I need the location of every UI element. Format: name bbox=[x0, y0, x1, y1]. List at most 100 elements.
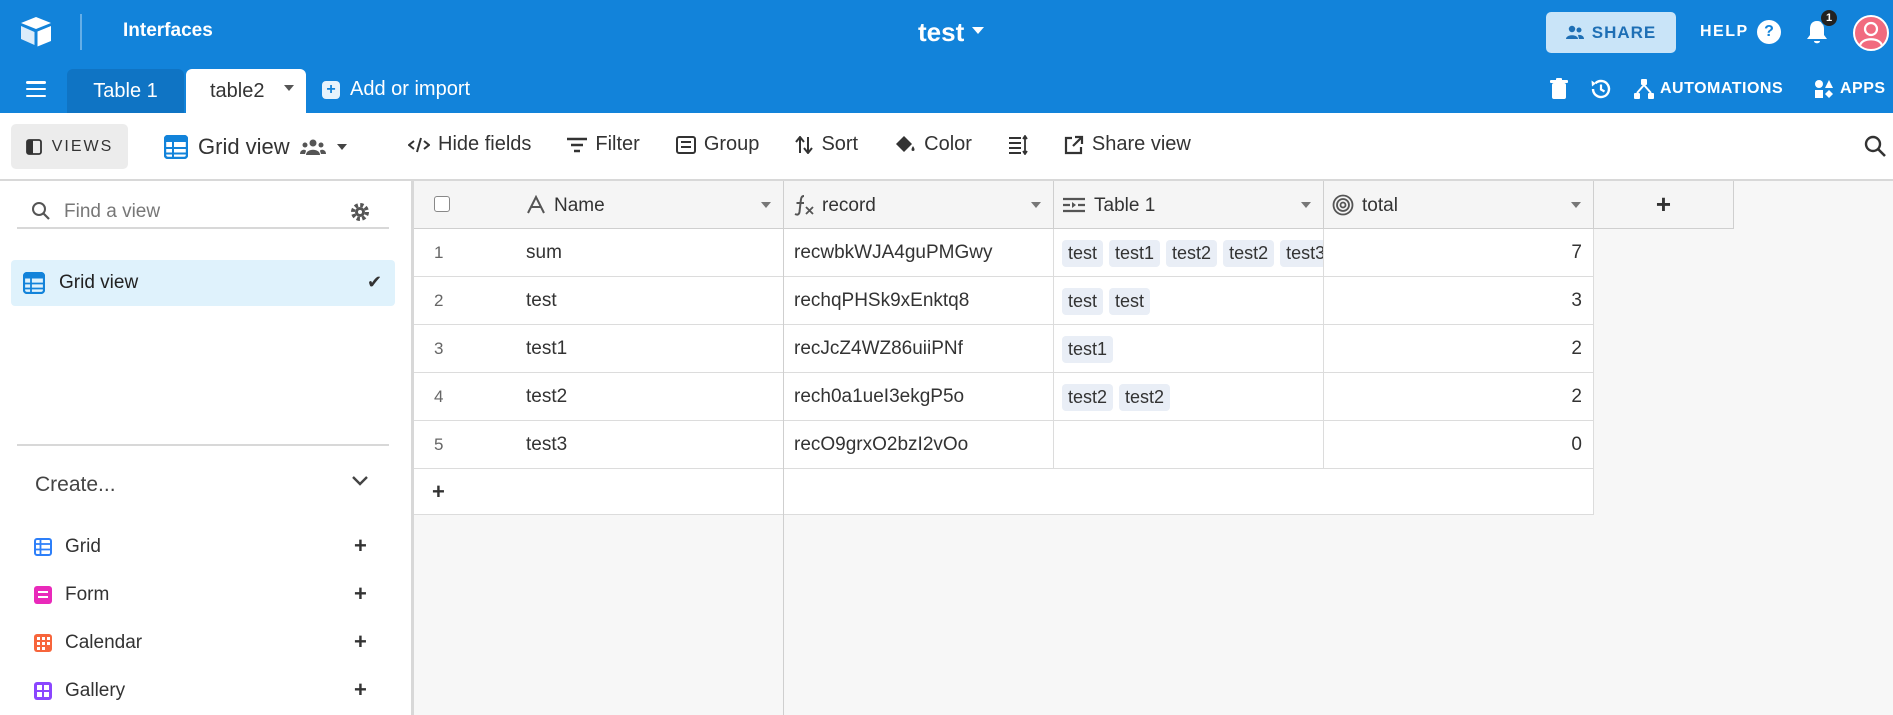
menu-icon[interactable] bbox=[26, 81, 46, 97]
automations-label: AUTOMATIONS bbox=[1660, 80, 1784, 97]
linked-record-pill[interactable]: test2 bbox=[1119, 383, 1171, 411]
sort-label: Sort bbox=[821, 133, 859, 155]
column-header-total[interactable]: total bbox=[1324, 181, 1594, 229]
sidebar-item-label: Grid view bbox=[59, 272, 139, 293]
add-or-import-button[interactable]: + Add or import bbox=[322, 78, 470, 101]
color-label: Color bbox=[924, 133, 972, 155]
linked-record-pill[interactable]: test3 bbox=[1280, 239, 1324, 267]
row-number: 2 bbox=[434, 291, 444, 310]
add-row-button[interactable]: + bbox=[432, 469, 462, 515]
total-cell[interactable]: 0 bbox=[1324, 421, 1594, 469]
add-gallery-view-button[interactable]: + bbox=[354, 677, 367, 703]
hide-fields-button[interactable]: Hide fields bbox=[408, 133, 531, 156]
name-cell[interactable]: test bbox=[526, 277, 776, 325]
linked-record-pill[interactable]: test2 bbox=[1223, 239, 1275, 267]
color-button[interactable]: Color bbox=[894, 133, 972, 156]
group-button[interactable]: Group bbox=[675, 133, 759, 156]
find-view-field[interactable]: Find a view bbox=[17, 195, 389, 229]
sort-button[interactable]: Sort bbox=[795, 133, 858, 156]
record-cell[interactable]: rechqPHSk9xEnktq8 bbox=[794, 277, 1049, 325]
row-height-button[interactable] bbox=[1008, 134, 1028, 155]
check-icon: ✔ bbox=[367, 272, 383, 292]
add-calendar-view-button[interactable]: + bbox=[354, 629, 367, 655]
record-cell[interactable]: recwbkWJA4guPMGwy bbox=[794, 229, 1049, 277]
table-row[interactable]: 2 test rechqPHSk9xEnktq8 test test 3 bbox=[414, 277, 1594, 325]
share-view-button[interactable]: Share view bbox=[1064, 133, 1191, 156]
tab-table2[interactable]: table2 bbox=[186, 69, 306, 113]
create-view-heading[interactable]: Create... bbox=[35, 473, 116, 497]
create-form-item[interactable]: Form bbox=[34, 584, 109, 606]
linked-records-cell[interactable]: test2 test2 bbox=[1062, 373, 1324, 421]
linked-record-pill[interactable]: test2 bbox=[1166, 239, 1218, 267]
linked-records-cell[interactable]: test test bbox=[1062, 277, 1324, 325]
table-row[interactable]: 3 test1 recJcZ4WZ86uiiPNf test1 2 bbox=[414, 325, 1594, 373]
table-row[interactable]: 4 test2 rech0a1ueI3ekgP5o test2 test2 2 bbox=[414, 373, 1594, 421]
interfaces-link[interactable]: Interfaces bbox=[123, 20, 213, 42]
linked-record-pill[interactable]: test bbox=[1109, 287, 1151, 315]
column-header-label: total bbox=[1362, 195, 1398, 216]
column-menu-chevron-icon[interactable] bbox=[1571, 202, 1581, 208]
avatar[interactable] bbox=[1853, 15, 1889, 51]
add-grid-view-button[interactable]: + bbox=[354, 533, 367, 559]
linked-record-pill[interactable]: test2 bbox=[1062, 383, 1114, 411]
automations-button[interactable]: AUTOMATIONS bbox=[1634, 79, 1783, 99]
table-row[interactable]: 1 sum recwbkWJA4guPMGwy test test1 test2… bbox=[414, 229, 1594, 277]
column-header-name[interactable]: Name bbox=[414, 181, 784, 229]
filter-button[interactable]: Filter bbox=[567, 133, 640, 156]
column-header-table-1[interactable]: Table 1 bbox=[1054, 181, 1324, 229]
table-row[interactable]: 5 test3 recO9grxO2bzI2vOo 0 bbox=[414, 421, 1594, 469]
linked-record-pill[interactable]: test bbox=[1062, 239, 1104, 267]
linked-records-cell[interactable] bbox=[1062, 421, 1324, 469]
name-cell[interactable]: sum bbox=[526, 229, 776, 277]
name-cell[interactable]: test2 bbox=[526, 373, 776, 421]
tab-table-1[interactable]: Table 1 bbox=[67, 69, 184, 113]
column-header-label: record bbox=[822, 195, 876, 216]
column-header-record[interactable]: record bbox=[784, 181, 1054, 229]
views-toggle-button[interactable]: VIEWS bbox=[11, 124, 128, 169]
total-cell[interactable]: 7 bbox=[1324, 229, 1594, 277]
gear-icon[interactable] bbox=[349, 201, 371, 223]
airtable-logo-icon[interactable] bbox=[18, 14, 54, 50]
text-icon bbox=[527, 195, 545, 214]
automations-icon bbox=[1634, 79, 1654, 99]
help-link[interactable]: HELP bbox=[1700, 23, 1749, 41]
add-field-button[interactable]: + bbox=[1594, 181, 1734, 229]
linked-record-pill[interactable]: test bbox=[1062, 287, 1104, 315]
trash-icon[interactable] bbox=[1550, 78, 1568, 100]
record-cell[interactable]: recJcZ4WZ86uiiPNf bbox=[794, 325, 1049, 373]
sidebar-item-grid-view[interactable]: Grid view ✔ bbox=[11, 260, 395, 306]
apps-button[interactable]: APPS bbox=[1814, 79, 1886, 99]
total-cell[interactable]: 2 bbox=[1324, 325, 1594, 373]
create-grid-item[interactable]: Grid bbox=[34, 536, 101, 558]
name-cell[interactable]: test1 bbox=[526, 325, 776, 373]
base-title[interactable]: test bbox=[918, 17, 964, 48]
linked-records-cell[interactable]: test test1 test2 test2 test3 bbox=[1062, 229, 1324, 277]
notification-badge: 1 bbox=[1820, 9, 1838, 27]
sidebar-icon bbox=[25, 138, 42, 155]
linked-record-pill[interactable]: test1 bbox=[1062, 335, 1114, 363]
share-button[interactable]: SHARE bbox=[1546, 12, 1676, 53]
create-gallery-item[interactable]: Gallery bbox=[34, 680, 125, 702]
column-menu-chevron-icon[interactable] bbox=[761, 202, 771, 208]
select-all-checkbox[interactable] bbox=[434, 196, 450, 212]
tab-table2-label: table2 bbox=[210, 79, 265, 102]
linked-record-pill[interactable]: test1 bbox=[1109, 239, 1161, 267]
chevron-down-icon[interactable] bbox=[352, 476, 368, 486]
column-menu-chevron-icon[interactable] bbox=[1031, 202, 1041, 208]
add-row[interactable]: + bbox=[414, 469, 1594, 515]
total-cell[interactable]: 2 bbox=[1324, 373, 1594, 421]
record-cell[interactable]: rech0a1ueI3ekgP5o bbox=[794, 373, 1049, 421]
record-cell[interactable]: recO9grxO2bzI2vOo bbox=[794, 421, 1049, 469]
total-cell[interactable]: 3 bbox=[1324, 277, 1594, 325]
help-icon[interactable]: ? bbox=[1757, 20, 1781, 44]
history-icon[interactable] bbox=[1589, 77, 1613, 101]
search-icon[interactable] bbox=[1864, 135, 1886, 157]
current-view-switcher[interactable]: Grid view bbox=[164, 134, 348, 160]
linked-records-cell[interactable]: test1 bbox=[1062, 325, 1324, 373]
create-calendar-item[interactable]: Calendar bbox=[34, 632, 142, 654]
chevron-down-icon[interactable] bbox=[972, 27, 984, 34]
tab-chevron-down-icon[interactable] bbox=[284, 85, 294, 91]
column-menu-chevron-icon[interactable] bbox=[1301, 202, 1311, 208]
name-cell[interactable]: test3 bbox=[526, 421, 776, 469]
add-form-view-button[interactable]: + bbox=[354, 581, 367, 607]
